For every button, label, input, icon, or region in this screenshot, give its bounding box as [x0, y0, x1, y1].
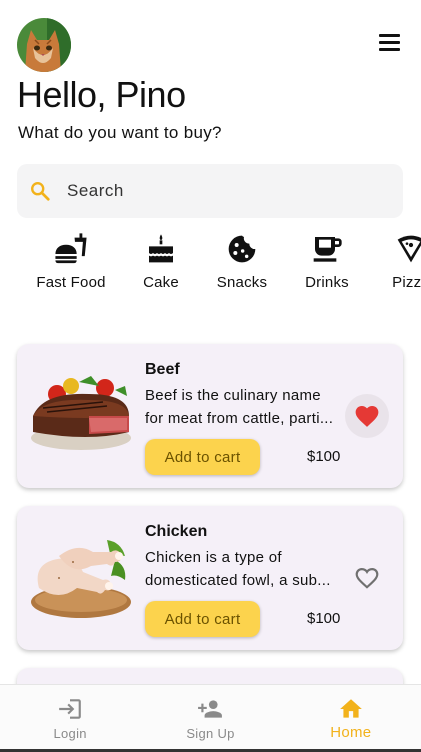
category-label: Pizza	[392, 274, 421, 291]
search-input[interactable]: Search	[17, 164, 403, 218]
product-description: Beef is the culinary name for meat from …	[145, 387, 334, 427]
product-price: $100	[307, 448, 341, 465]
nav-label: Login	[53, 726, 87, 741]
category-label: Cake	[143, 274, 179, 291]
home-icon	[339, 699, 362, 718]
category-fast-food[interactable]: Fast Food	[35, 232, 107, 291]
cake-icon	[149, 234, 173, 263]
category-pizza[interactable]: Pizza	[386, 232, 421, 291]
login-icon	[59, 699, 81, 719]
fast-food-icon	[55, 233, 87, 264]
person-add-icon	[198, 700, 223, 718]
category-label: Drinks	[305, 274, 349, 291]
add-to-cart-button[interactable]: Add to cart	[145, 601, 260, 637]
beef-image	[31, 376, 131, 450]
favorite-button[interactable]	[345, 394, 389, 438]
nav-login[interactable]: Login	[0, 685, 140, 752]
add-to-cart-button[interactable]: Add to cart	[145, 439, 260, 475]
product-price: $100	[307, 610, 341, 627]
product-title: Beef	[145, 361, 180, 378]
cat-avatar-icon	[17, 18, 71, 72]
category-drinks[interactable]: Drinks	[303, 232, 351, 291]
category-snacks[interactable]: Snacks	[214, 232, 270, 291]
category-list[interactable]: Fast Food Cake Snacks Drinks Pizz	[0, 232, 421, 302]
category-cake[interactable]: Cake	[137, 232, 185, 291]
hamburger-menu-icon	[379, 34, 400, 37]
pizza-icon	[397, 235, 421, 263]
avatar[interactable]	[17, 18, 71, 72]
bottom-navigation: Login Sign Up Home	[0, 684, 421, 752]
greeting-subtitle: What do you want to buy?	[18, 123, 222, 142]
product-description: Chicken is a type of domesticated fowl, …	[145, 549, 331, 589]
cookie-icon	[228, 235, 256, 263]
nav-label: Home	[330, 724, 372, 741]
heart-outline-icon	[355, 568, 379, 589]
greeting-title: Hello, Pino	[17, 74, 186, 115]
category-label: Snacks	[216, 274, 268, 291]
category-label: Fast Food	[36, 274, 106, 291]
heart-filled-icon	[355, 406, 379, 427]
nav-home[interactable]: Home	[281, 685, 421, 752]
favorite-button[interactable]	[345, 556, 389, 600]
search-icon	[31, 182, 50, 201]
product-card[interactable]: Beef Beef is the culinary name for meat …	[17, 344, 403, 488]
search-placeholder: Search	[67, 181, 124, 200]
cup-icon	[313, 237, 342, 262]
nav-label: Sign Up	[186, 726, 235, 741]
menu-button[interactable]	[376, 34, 403, 56]
product-title: Chicken	[145, 523, 208, 540]
nav-sign-up[interactable]: Sign Up	[140, 685, 280, 752]
chicken-image	[31, 540, 131, 618]
product-card[interactable]: Chicken Chicken is a type of domesticate…	[17, 506, 403, 650]
